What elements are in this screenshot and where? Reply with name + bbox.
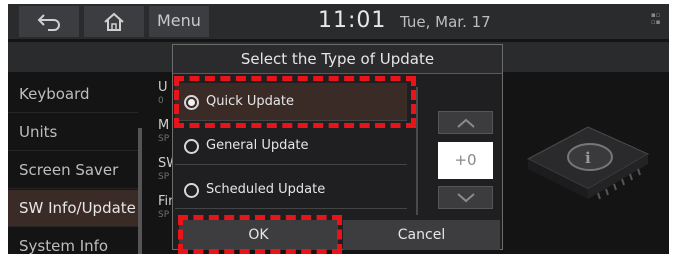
clock: 11:01 (318, 8, 387, 33)
radio-unselected-icon[interactable] (184, 183, 199, 198)
list-item-title: U (158, 80, 168, 95)
signal-icon: ▪▫ ▫▪ (651, 11, 661, 26)
status-bar: Menu 11:01 Tue, Mar. 17 ▪▫ ▫▪ (8, 4, 669, 39)
chip-info-graphic: i (526, 126, 650, 200)
stepper-value: +0 (438, 142, 493, 179)
list-item-title: M (158, 118, 170, 133)
ok-button-highlight (178, 215, 342, 254)
option-scheduled-update[interactable]: Scheduled Update (175, 171, 407, 209)
option-general-update[interactable]: General Update (175, 127, 407, 165)
chevron-down-icon (456, 192, 475, 202)
sidebar-item-system-info[interactable]: System Info (8, 228, 138, 254)
dialog-title: Select the Type of Update (173, 45, 502, 74)
sidebar-item-keyboard[interactable]: Keyboard (8, 76, 138, 113)
menu-label: Menu (157, 11, 201, 30)
cancel-button[interactable]: Cancel (343, 220, 500, 250)
date: Tue, Mar. 17 (400, 13, 491, 31)
svg-text:i: i (585, 149, 591, 167)
radio-unselected-icon[interactable] (184, 139, 199, 154)
sidebar-item-screen-saver[interactable]: Screen Saver (8, 152, 138, 189)
chevron-up-icon (456, 118, 475, 128)
sidebar-item-sw-info-update[interactable]: SW Info/Update (8, 190, 138, 227)
menu-button[interactable]: Menu (149, 6, 209, 37)
sidebar-scrollbar[interactable] (138, 128, 142, 254)
list-item-sub: SP (158, 172, 170, 182)
quick-update-highlight (174, 76, 416, 128)
option-label: Scheduled Update (206, 182, 326, 197)
sidebar-item-units[interactable]: Units (8, 114, 138, 151)
dialog-scrollbar[interactable] (416, 87, 418, 215)
home-button[interactable] (84, 6, 144, 37)
option-label: General Update (206, 138, 309, 153)
back-button[interactable] (19, 6, 79, 37)
back-arrow-icon (37, 13, 60, 31)
home-icon (104, 12, 124, 31)
decrement-button[interactable] (438, 186, 493, 209)
list-item-sub: SP (158, 134, 170, 144)
settings-sidebar: Keyboard Units Screen Saver SW Info/Upda… (8, 76, 151, 254)
list-item-sub: 0 (158, 96, 164, 106)
list-item-sub: SP (158, 210, 170, 220)
increment-button[interactable] (438, 111, 493, 134)
